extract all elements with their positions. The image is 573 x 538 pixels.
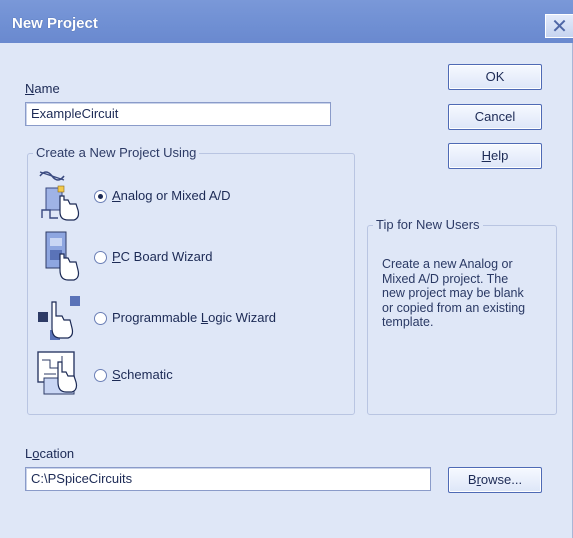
logic-wizard-prefix: Programmable [112, 310, 201, 325]
option-programmable-logic-wizard[interactable]: Programmable Logic Wizard [36, 288, 336, 344]
schematic-icon [37, 351, 78, 395]
location-input[interactable]: C:\PSpiceCircuits [25, 467, 431, 491]
name-input[interactable]: ExampleCircuit [25, 102, 331, 126]
pcb-wizard-text: C Board Wizard [120, 249, 213, 264]
close-button[interactable]: ✕ [545, 14, 573, 38]
analog-text: nalog or Mixed A/D [120, 188, 231, 203]
tip-line: or copied from an existing [382, 300, 526, 315]
help-button[interactable]: Help [448, 143, 542, 169]
pcb-wizard-label: PC Board Wizard [112, 249, 212, 264]
project-type-group-title: Create a New Project Using [33, 145, 200, 160]
name-label-mnemonic: N [25, 81, 35, 96]
cancel-button[interactable]: Cancel [448, 104, 542, 130]
logic-wizard-label: Programmable Logic Wizard [112, 310, 276, 325]
location-label-text: cation [39, 446, 75, 461]
option-schematic[interactable]: Schematic [36, 348, 336, 404]
schematic-label: Schematic [112, 367, 173, 382]
logic-wizard-text: ogic Wizard [208, 310, 277, 325]
tip-line: Mixed A/D project. The [382, 271, 509, 286]
help-text: elp [491, 148, 509, 163]
browse-prefix: B [467, 472, 477, 487]
pcb-wizard-radio[interactable] [94, 251, 107, 264]
pcb-wizard-mnemonic: P [112, 249, 121, 264]
schematic-mnemonic: S [112, 367, 121, 382]
browse-text: owse... [480, 472, 523, 487]
analog-radio[interactable] [94, 190, 107, 203]
browse-button[interactable]: Browse... [448, 467, 542, 493]
option-pc-board-wizard[interactable]: PC Board Wizard [36, 228, 336, 284]
analog-icon [39, 171, 80, 221]
tip-line: Create a new Analog or [382, 257, 513, 271]
logic-wizard-radio[interactable] [94, 312, 107, 325]
help-mnemonic: H [481, 148, 492, 163]
tip-line: template. [382, 315, 434, 329]
pcb-wizard-icon [45, 231, 80, 281]
window-title: New Project [12, 15, 98, 32]
location-label: Location [25, 446, 74, 461]
name-label: Name [25, 81, 60, 96]
tip-text: Create a new Analog or Mixed A/D project… [382, 257, 572, 330]
tip-line: new project may be blank [382, 286, 524, 300]
analog-mnemonic: A [112, 188, 121, 203]
tip-group-title: Tip for New Users [373, 217, 483, 232]
ok-button[interactable]: OK [448, 64, 542, 90]
name-label-text: ame [34, 81, 60, 96]
analog-label: Analog or Mixed A/D [112, 188, 231, 203]
title-bar: New Project [0, 0, 573, 43]
schematic-radio[interactable] [94, 369, 107, 382]
schematic-text: chematic [120, 367, 173, 382]
option-analog[interactable]: Analog or Mixed A/D [36, 168, 336, 224]
logic-wizard-icon [38, 296, 80, 340]
new-project-dialog: New Project ✕ Name ExampleCircuit OK Can… [0, 0, 573, 538]
